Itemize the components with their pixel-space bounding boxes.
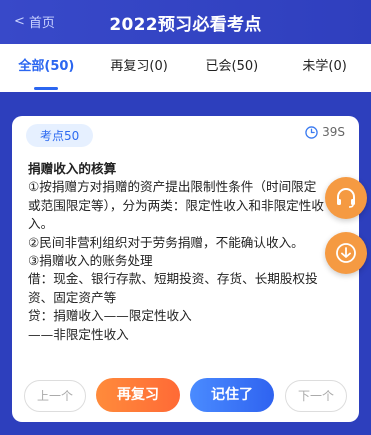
point-heading: 捐赠收入的核算 — [28, 161, 117, 176]
point-content: 捐赠收入的核算 ①按捐赠方对捐赠的资产提出限制性条件（时间限定或范围限定等），分… — [28, 160, 328, 344]
action-row: 上一个 再复习 记住了 下一个 — [12, 378, 359, 418]
tab-review[interactable]: 再复习(0) — [93, 44, 186, 92]
remembered-button[interactable]: 记住了 — [190, 378, 274, 412]
tab-bar: 全部(50) 再复习(0) 已会(50) 未学(0) — [0, 44, 371, 92]
headset-icon — [337, 188, 355, 208]
tab-all[interactable]: 全部(50) — [0, 44, 93, 92]
page-title: 2022预习必看考点 — [109, 15, 262, 35]
timer-value: 39S — [322, 125, 345, 139]
next-button[interactable]: 下一个 — [285, 380, 347, 412]
prev-button[interactable]: 上一个 — [24, 380, 86, 412]
content-line: 借：现金、银行存款、短期投资、存货、长期股权投资、固定资产等 — [28, 271, 318, 305]
timer: 39S — [305, 125, 345, 139]
content-line: 贷：捐赠收入——限定性收入 — [28, 308, 192, 324]
review-again-button[interactable]: 再复习 — [96, 378, 180, 412]
download-button[interactable] — [325, 232, 367, 274]
tab-unlearned[interactable]: 未学(0) — [278, 44, 371, 92]
header-bar: < 首页 2022预习必看考点 — [0, 0, 371, 44]
content-line: ②民间非营利组织对于劳务捐赠，不能确认收入。 — [28, 234, 304, 250]
point-badge: 考点50 — [26, 124, 94, 147]
point-card: 考点50 39S 捐赠收入的核算 ①按捐赠方对捐赠的资产提出限制性条件（时间限定… — [12, 116, 359, 422]
clock-icon — [305, 125, 318, 139]
content-line: ①按捐赠方对捐赠的资产提出限制性条件（时间限定或范围限定等），分为两类：限定性收… — [28, 179, 324, 232]
tab-known[interactable]: 已会(50) — [186, 44, 279, 92]
customer-service-button[interactable] — [325, 177, 367, 219]
download-icon — [336, 243, 356, 263]
content-line: ③捐赠收入的账务处理 — [28, 253, 153, 269]
content-line: ——非限定性收入 — [28, 326, 129, 342]
